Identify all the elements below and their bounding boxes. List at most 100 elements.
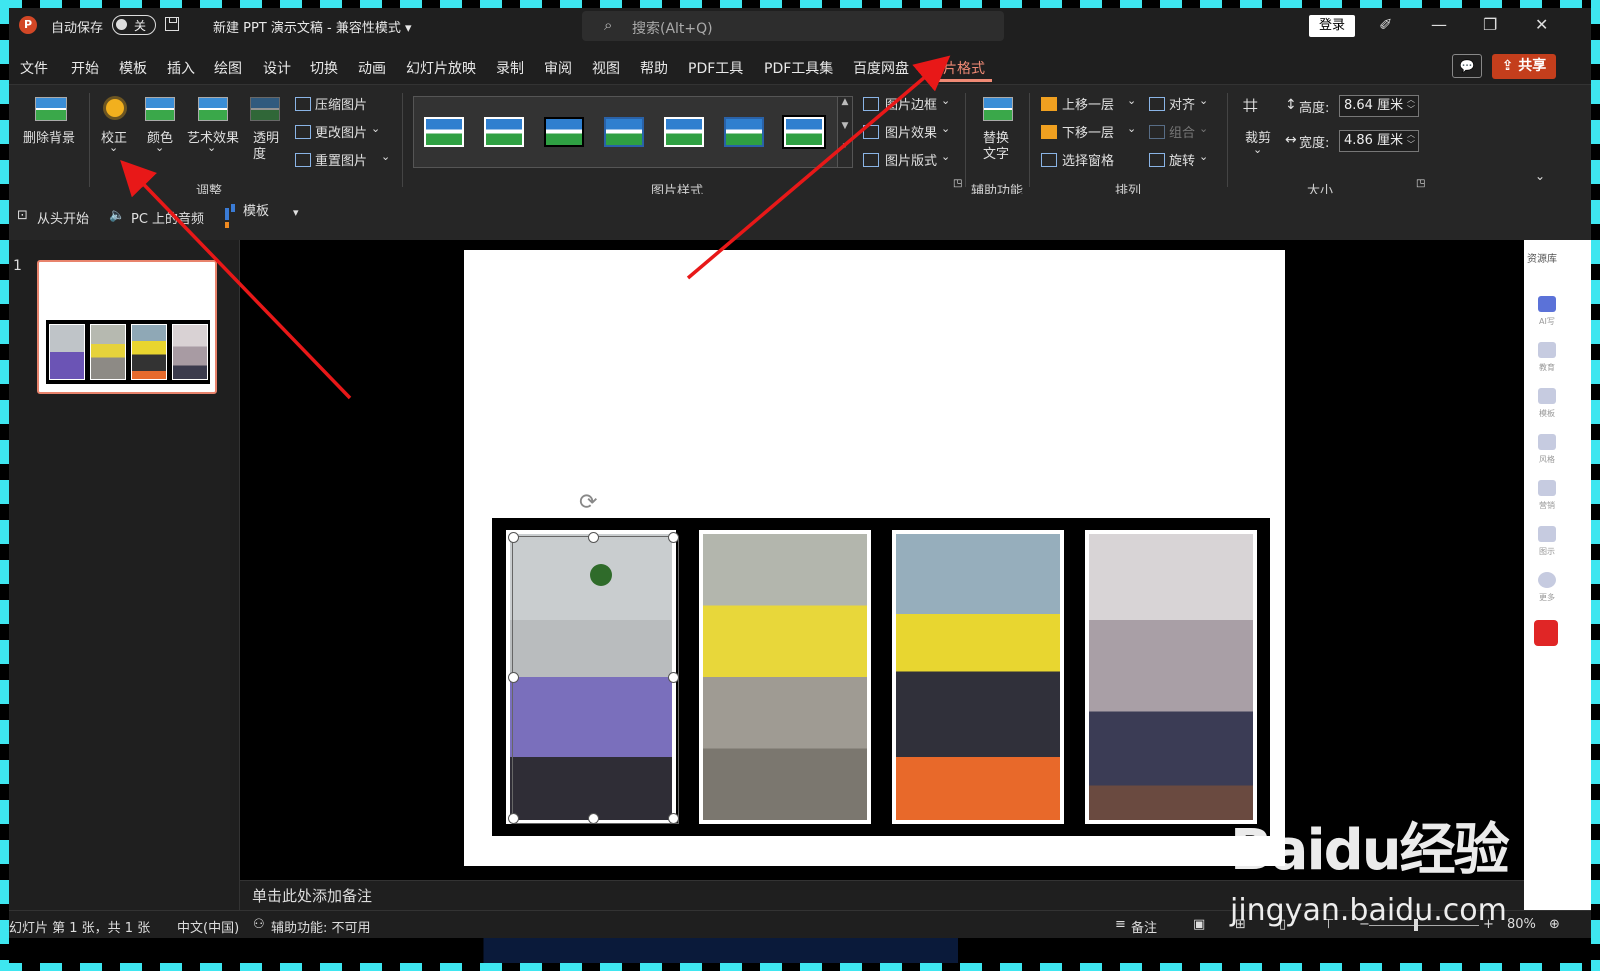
ai-write-icon[interactable] [1538,296,1556,312]
tab-view[interactable]: 视图 [592,58,620,78]
pen-icon[interactable]: ✐ [1379,15,1392,34]
more-icon[interactable] [1538,572,1556,588]
side-item-label: 营销 [1539,501,1555,510]
photo-yoga [896,534,1060,820]
style-thumbnail[interactable] [604,117,644,147]
slide[interactable]: ⟳ [464,250,1285,866]
reset-picture-label: 重置图片 [315,154,368,169]
style-thumbnail[interactable] [724,117,764,147]
resize-handle[interactable] [668,532,679,543]
resize-handle[interactable] [668,813,679,824]
diagram-icon[interactable] [1538,526,1556,542]
resize-handle[interactable] [588,532,599,543]
education-icon[interactable] [1538,342,1556,358]
autosave-label: 自动保存 [51,21,104,36]
height-label: 高度: [1299,101,1330,116]
tab-review[interactable]: 审阅 [544,58,572,78]
template-icon[interactable] [1538,388,1556,404]
tab-baidu-netdisk[interactable]: 百度网盘 [853,58,909,78]
zoom-level[interactable]: 80% [1507,917,1536,932]
scroll-up-icon[interactable]: ▲ [838,97,852,107]
group-label: 组合 [1169,126,1196,141]
style-icon[interactable] [1538,434,1556,450]
resize-handle[interactable] [508,672,519,683]
decorative-frame-right [1591,0,1600,971]
share-button[interactable]: ⇪ 共享 [1492,54,1556,79]
size-dialog-launcher-icon[interactable]: ◳ [1416,178,1425,189]
fit-to-window-icon[interactable]: ⊕ [1549,917,1560,932]
resize-handle[interactable] [588,813,599,824]
tab-insert[interactable]: 插入 [167,58,195,78]
style-thumbnail[interactable] [782,115,826,149]
tab-transitions[interactable]: 切换 [310,58,338,78]
from-start-label: 从头开始 [37,212,90,227]
tab-pdf-toolset[interactable]: PDF工具集 [764,58,833,78]
share-label: 共享 [1518,58,1547,74]
search-input[interactable]: ⌕ 搜索(Alt+Q) [582,11,1004,41]
save-icon[interactable] [165,17,179,31]
red-packet-icon[interactable] [1534,620,1558,646]
resize-handle[interactable] [508,532,519,543]
rotate-icon [1149,153,1165,167]
transparency-icon [250,97,280,121]
login-button[interactable]: 登录 [1309,15,1355,37]
remove-background-icon [35,97,67,121]
width-icon: ↔ [1285,132,1297,148]
style-thumbnail[interactable] [544,117,584,147]
photo-frame-2[interactable] [699,530,871,824]
minimize-button[interactable]: — [1431,15,1447,34]
comments-button[interactable]: 💬 [1452,54,1482,78]
language-indicator[interactable]: 中文(中国) [177,917,239,936]
height-input[interactable]: 8.64 厘米 ︿ ﹀ [1339,95,1419,117]
width-input[interactable]: 4.86 厘米 ︿ ﹀ [1339,130,1419,152]
collapse-ribbon-icon[interactable]: ⌄ [1535,169,1545,183]
quick-access-toolbar: ⊡ 从头开始 🔈 PC 上的音频 模板 ▾ [9,194,1591,240]
chevron-down-icon: ⌄ [109,141,119,154]
divider [1029,93,1030,187]
spinner-arrows-icon[interactable]: ︿ ﹀ [1407,130,1415,150]
tab-templates[interactable]: 模板 [119,58,147,78]
style-thumbnail[interactable] [484,117,524,147]
tab-record[interactable]: 录制 [496,58,524,78]
style-thumbnail[interactable] [424,117,464,147]
slide-number: 1 [13,258,22,274]
slide-thumbnail[interactable] [37,260,217,394]
resize-handle[interactable] [668,672,679,683]
restore-button[interactable]: ❐ [1483,15,1497,34]
autosave-toggle[interactable]: 关 [112,15,156,35]
tab-picture-format[interactable]: 图片格式 [929,58,985,78]
photo-frame-3[interactable] [892,530,1064,824]
gallery-expand-icon[interactable]: ▾ [838,141,852,151]
template-icon-bar [231,204,235,212]
picture-styles-gallery [413,96,839,168]
align-icon [1149,97,1165,111]
tab-animations[interactable]: 动画 [358,58,386,78]
gallery-scroll[interactable]: ▲ ▼ ▾ [837,96,853,168]
tab-home[interactable]: 开始 [71,58,99,78]
normal-view-icon[interactable]: ▣ [1193,917,1205,932]
customize-qat-icon[interactable]: ▾ [293,206,299,219]
styles-dialog-launcher-icon[interactable]: ◳ [953,178,962,189]
side-item-label: 教育 [1539,363,1555,372]
marketing-icon[interactable] [1538,480,1556,496]
resize-handle[interactable] [508,813,519,824]
tab-pdf-tools[interactable]: PDF工具 [688,58,743,78]
tab-help[interactable]: 帮助 [640,58,668,78]
tab-design[interactable]: 设计 [263,58,291,78]
document-title[interactable]: 新建 PPT 演示文稿 - 兼容性模式 ▾ [213,17,412,36]
chevron-down-icon: ⌄ [941,122,951,135]
notes-placeholder: 单击此处添加备注 [252,887,373,905]
tab-file[interactable]: 文件 [20,58,48,78]
tab-slideshow[interactable]: 幻灯片放映 [406,58,476,78]
picture-layout-icon [863,153,879,167]
accessibility-status[interactable]: 辅助功能: 不可用 [271,917,371,936]
autosave-state: 关 [134,19,147,33]
tab-draw[interactable]: 绘图 [214,58,242,78]
side-item-label: 风格 [1539,455,1555,464]
photo-frame-4[interactable] [1085,530,1257,824]
spinner-arrows-icon[interactable]: ︿ ﹀ [1407,95,1415,115]
rotate-handle-icon[interactable]: ⟳ [579,490,597,515]
scroll-down-icon[interactable]: ▼ [838,121,852,131]
style-thumbnail[interactable] [664,117,704,147]
close-button[interactable]: ✕ [1535,15,1548,34]
